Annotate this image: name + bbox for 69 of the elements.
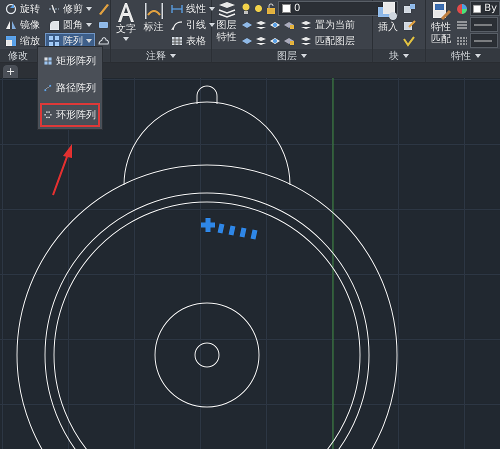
tool-button[interactable]: 标注	[141, 1, 166, 34]
caret-icon	[403, 54, 409, 58]
tool-button[interactable]: 圆角	[45, 17, 95, 32]
block-edit-icon[interactable]	[403, 18, 416, 30]
tool-button[interactable]: 镜像	[2, 17, 43, 32]
block-tool-icon[interactable]	[403, 2, 416, 14]
layer-tool-icon	[300, 18, 312, 30]
match-properties-button[interactable]: 特性匹配	[428, 1, 454, 46]
pointer-arrow	[52, 144, 72, 196]
draw-pencil-icon[interactable]	[97, 2, 110, 15]
layer-stack-icon	[216, 1, 236, 19]
panel-title: 修改	[8, 50, 28, 62]
caret-icon	[86, 38, 92, 42]
tool-button[interactable]: 文字	[113, 1, 139, 41]
caret-icon	[86, 6, 92, 10]
tool-button[interactable]: 匹配图层	[297, 33, 358, 48]
menu-item[interactable]: 路径阵列	[40, 76, 100, 100]
tool-button[interactable]: 旋转	[2, 1, 43, 16]
property-dropdown[interactable]	[470, 33, 498, 48]
color-value: By	[484, 3, 497, 14]
dimension-icon	[171, 2, 183, 14]
caret-icon	[301, 54, 307, 58]
panel-title: 块	[389, 50, 399, 62]
layer-tool-icon	[300, 34, 312, 46]
color-dropdown[interactable]: By	[470, 1, 500, 16]
color-swatch-icon	[282, 4, 291, 13]
menu-item[interactable]: 矩形阵列	[40, 49, 100, 73]
caret-icon	[209, 6, 215, 10]
lineweight-icon[interactable]	[456, 18, 468, 30]
trim-icon	[48, 2, 60, 14]
panel-title: 特性	[451, 50, 471, 62]
mirror-icon	[5, 18, 17, 30]
attribute-icon[interactable]	[403, 34, 416, 46]
color-wheel-icon[interactable]	[456, 2, 468, 14]
layer-tool-icon[interactable]	[255, 18, 267, 30]
lightbulb-icon	[241, 2, 251, 14]
lock-icon	[266, 3, 276, 14]
knob-outline	[196, 86, 218, 104]
caret-icon	[209, 22, 215, 26]
match-properties-icon	[430, 1, 452, 21]
property-dropdown[interactable]	[470, 17, 498, 32]
caret-icon	[170, 54, 176, 58]
dimension-arc-icon	[144, 1, 164, 21]
caret-icon	[123, 37, 129, 41]
insert-block-icon	[377, 1, 399, 21]
menu-item[interactable]: 环形阵列	[40, 103, 100, 127]
array-items-drawing	[198, 216, 258, 240]
layer-tool-icon[interactable]	[255, 34, 267, 46]
new-tab-button[interactable]: +	[3, 65, 18, 78]
array-icon	[48, 34, 60, 46]
rotate-icon	[5, 2, 17, 14]
panel-title: 图层	[277, 50, 297, 62]
caret-icon	[475, 54, 481, 58]
fillet-icon	[48, 18, 60, 30]
sun-icon	[253, 3, 264, 14]
color-swatch-icon	[473, 4, 482, 14]
tool-button[interactable]: 置为当前	[297, 17, 358, 32]
scale-icon	[5, 34, 17, 46]
linetype-icon[interactable]	[456, 34, 468, 46]
line-preview-icon	[474, 40, 492, 42]
center-hole	[194, 342, 220, 368]
text-icon	[115, 1, 137, 23]
tool-button[interactable]: 修剪	[45, 1, 95, 16]
line-preview-icon	[474, 24, 492, 26]
caret-icon	[86, 22, 92, 26]
leader-icon	[171, 18, 183, 30]
table-icon	[171, 34, 183, 46]
layer-name: 0	[294, 3, 300, 14]
panel-title: 注释	[146, 50, 166, 62]
